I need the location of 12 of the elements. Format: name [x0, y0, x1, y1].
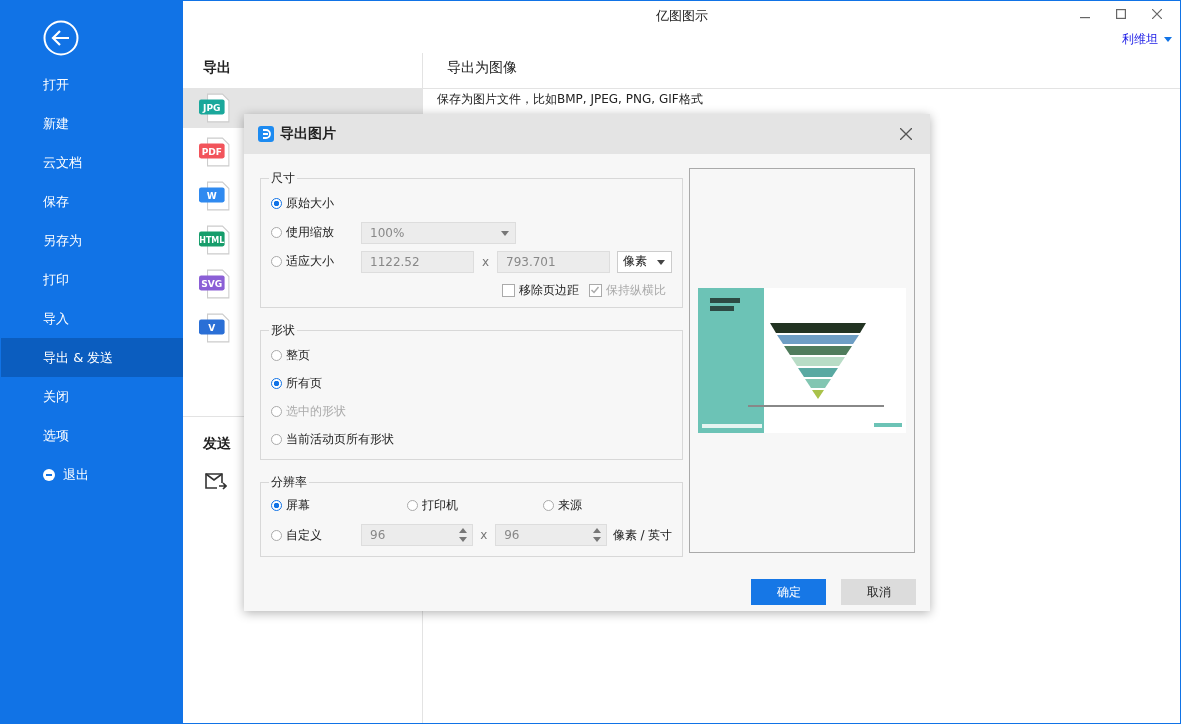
section-heading: 导出为图像 [447, 58, 518, 77]
window-title: 亿图图示 [655, 7, 708, 25]
dialog-title: 导出图片 [280, 125, 336, 143]
group-label: 形状 [270, 322, 296, 339]
section-heading: 导出 [203, 58, 231, 77]
group-label: 尺寸 [270, 170, 296, 187]
times-sign: x [480, 254, 491, 269]
group-label: 分辨率 [270, 474, 308, 491]
section-heading: 发送 [203, 434, 231, 453]
description-text: 保存为图片文件，比如BMP, JPEG, PNG, GIF格式 [423, 88, 1180, 108]
unit-label: 像素 / 英寸 [612, 526, 673, 544]
times-sign: x [479, 528, 489, 542]
